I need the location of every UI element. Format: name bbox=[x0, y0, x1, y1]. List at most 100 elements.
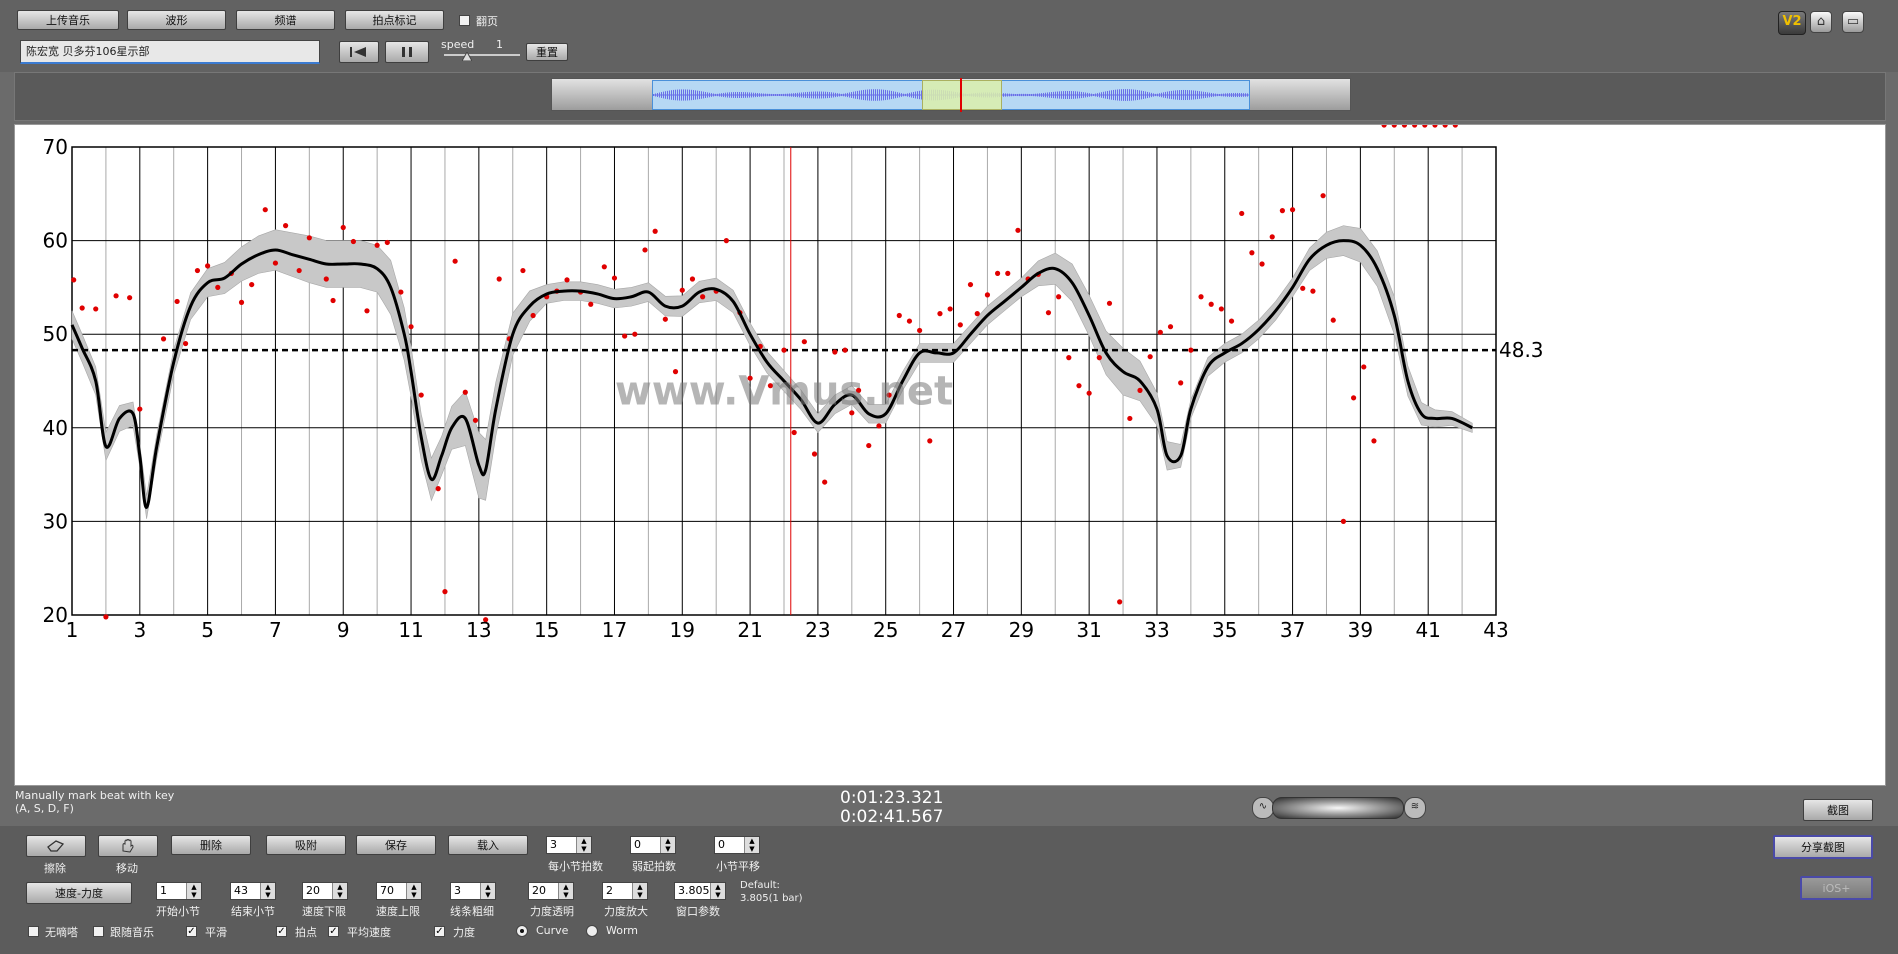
spectrum-button[interactable]: 频谱 bbox=[236, 10, 335, 30]
beat-point bbox=[1076, 383, 1082, 389]
beat-point bbox=[330, 297, 336, 304]
x-tick-label: 25 bbox=[873, 618, 898, 642]
snap-button[interactable]: 吸附 bbox=[266, 835, 346, 855]
overview-playhead[interactable] bbox=[960, 78, 962, 112]
beat-point bbox=[801, 339, 807, 345]
line-width-value: 3 bbox=[454, 884, 461, 897]
beat-point bbox=[1178, 380, 1184, 386]
pickup-stepper[interactable]: 0 ▲ ▼ bbox=[630, 836, 676, 854]
x-tick-label: 37 bbox=[1280, 618, 1305, 642]
speed-label: speed bbox=[441, 38, 475, 51]
beat-point bbox=[1147, 354, 1153, 360]
beat-point bbox=[442, 589, 448, 595]
beat-point bbox=[496, 276, 502, 282]
flip-page-checkbox[interactable] bbox=[459, 15, 470, 26]
beat-point bbox=[1361, 364, 1367, 370]
rewind-button[interactable] bbox=[339, 41, 379, 63]
beat-point bbox=[1005, 270, 1011, 276]
beat-point bbox=[1381, 122, 1387, 128]
beat-point bbox=[262, 207, 268, 213]
waveform-zoom-icon[interactable]: ∿ bbox=[1252, 797, 1274, 819]
start-bar-label: 开始小节 bbox=[156, 905, 200, 918]
beats-per-bar-label: 每小节拍数 bbox=[548, 860, 603, 873]
end-bar-stepper[interactable]: 43 ▲ ▼ bbox=[230, 882, 276, 900]
beat-point bbox=[272, 260, 279, 266]
beats-checkbox[interactable]: ✓ bbox=[276, 926, 287, 937]
x-tick-label: 41 bbox=[1415, 618, 1440, 642]
dynamics-checkbox[interactable]: ✓ bbox=[434, 926, 445, 937]
x-tick-label: 33 bbox=[1144, 618, 1169, 642]
beat-point bbox=[601, 264, 607, 270]
dyn-scale-stepper[interactable]: 2 ▲ ▼ bbox=[602, 882, 648, 900]
tempo-low-stepper[interactable]: 20 ▲ ▼ bbox=[302, 882, 348, 900]
beat-point bbox=[452, 258, 458, 264]
dyn-opacity-stepper[interactable]: 20 ▲ ▼ bbox=[528, 882, 574, 900]
beat-point bbox=[472, 417, 479, 423]
x-tick-label: 21 bbox=[737, 618, 762, 642]
beat-point bbox=[384, 239, 390, 246]
beat-point bbox=[632, 331, 638, 337]
follow-music-checkbox[interactable] bbox=[93, 926, 104, 937]
tempo-high-value: 70 bbox=[380, 884, 394, 897]
beat-point bbox=[1289, 207, 1296, 213]
beat-point bbox=[1310, 288, 1316, 294]
speed-slider-handle[interactable] bbox=[461, 50, 473, 62]
hint-line-2: (A, S, D, F) bbox=[15, 802, 74, 815]
bar-shift-stepper[interactable]: 0 ▲ ▼ bbox=[714, 836, 760, 854]
share-screenshot-button[interactable]: 分享截图 bbox=[1773, 835, 1873, 859]
beat-point bbox=[1259, 261, 1265, 267]
bar-shift-label: 小节平移 bbox=[716, 860, 760, 873]
save-button[interactable]: 保存 bbox=[356, 835, 436, 855]
y-tick-label: 60 bbox=[43, 229, 68, 253]
track-title-field[interactable]: 陈宏宽 贝多芬106星示部 bbox=[20, 40, 320, 64]
avg-tempo-checkbox[interactable]: ✓ bbox=[328, 926, 339, 937]
beat-point bbox=[689, 276, 696, 282]
tempo-chart[interactable]: www.Vmus.net 1 3 5 7 9 11 13 15 17 19 21 23 25 27 29 31 3… bbox=[14, 122, 1886, 786]
curve-radio[interactable] bbox=[516, 925, 528, 937]
worm-radio[interactable] bbox=[586, 925, 598, 937]
beat-point bbox=[1371, 438, 1377, 444]
v2-logo[interactable]: V2 bbox=[1778, 11, 1806, 35]
y-tick-label: 70 bbox=[43, 135, 68, 159]
beats-per-bar-stepper[interactable]: 3 ▲ ▼ bbox=[546, 836, 592, 854]
pause-button[interactable] bbox=[385, 41, 429, 63]
beat-point bbox=[896, 312, 902, 319]
overview-viewport[interactable] bbox=[922, 80, 1002, 110]
beat-point bbox=[174, 298, 180, 305]
no-metronome-label: 无嘀嗒 bbox=[45, 926, 78, 939]
beat-point bbox=[194, 267, 201, 274]
window-param-stepper[interactable]: 3.805 ▲ ▼ bbox=[674, 882, 726, 900]
delete-button[interactable]: 删除 bbox=[171, 835, 251, 855]
speed-slider-track[interactable] bbox=[444, 54, 520, 56]
beat-mark-button[interactable]: 拍点标记 bbox=[345, 10, 444, 30]
smooth-checkbox[interactable]: ✓ bbox=[186, 926, 197, 937]
hand-icon bbox=[122, 839, 134, 853]
window-icon[interactable]: ▭ bbox=[1842, 11, 1864, 33]
home-icon[interactable]: ⌂ bbox=[1810, 11, 1832, 33]
tempo-high-stepper[interactable]: 70 ▲ ▼ bbox=[376, 882, 422, 900]
beat-point bbox=[215, 284, 221, 290]
hint-line-1: Manually mark beat with key bbox=[15, 789, 175, 802]
screenshot-button[interactable]: 截图 bbox=[1803, 799, 1873, 821]
line-width-stepper[interactable]: 3 ▲ ▼ bbox=[450, 882, 496, 900]
tempo-dynamics-button[interactable]: 速度-力度 bbox=[26, 882, 132, 904]
disabled-button[interactable]: iOS+ bbox=[1800, 876, 1873, 900]
reset-button[interactable]: 重置 bbox=[526, 43, 568, 61]
waveform-button[interactable]: 波形 bbox=[127, 10, 226, 30]
no-metronome-checkbox[interactable] bbox=[28, 926, 39, 937]
pickup-label: 弱起拍数 bbox=[632, 860, 676, 873]
beat-point bbox=[652, 228, 658, 234]
x-tick-label: 11 bbox=[398, 618, 423, 642]
waveform-expand-icon[interactable]: ≋ bbox=[1404, 797, 1426, 819]
avg-tempo-label: 平均速度 bbox=[347, 926, 391, 939]
zoom-slider[interactable] bbox=[1272, 797, 1404, 819]
line-width-label: 线条粗细 bbox=[450, 905, 494, 918]
upload-button[interactable]: 上传音乐 bbox=[17, 10, 119, 30]
move-button[interactable] bbox=[98, 835, 158, 857]
x-tick-label: 5 bbox=[201, 618, 214, 642]
x-tick-label: 3 bbox=[133, 618, 146, 642]
erase-button[interactable] bbox=[26, 835, 86, 857]
load-button[interactable]: 载入 bbox=[448, 835, 528, 855]
start-bar-stepper[interactable]: 1 ▲ ▼ bbox=[156, 882, 202, 900]
beat-point bbox=[679, 287, 685, 293]
